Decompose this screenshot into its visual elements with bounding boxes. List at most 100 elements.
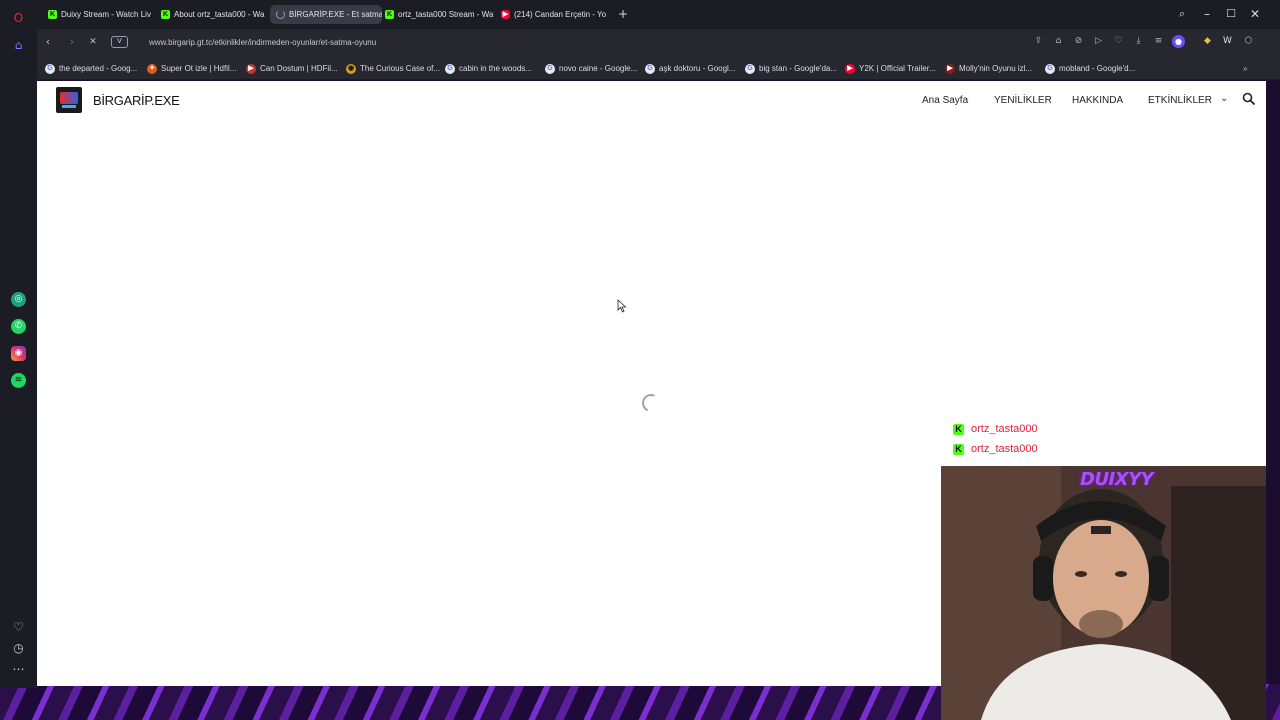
profile-icon[interactable]: ● <box>1172 35 1185 48</box>
bookmark-item[interactable]: ◉ The Curious Case of... <box>346 62 440 75</box>
bookmark-label: the departed - Goog... <box>59 64 138 73</box>
bookmark-label: big stan - Google'da... <box>759 64 838 73</box>
player-icon[interactable]: ▷ <box>1092 35 1105 48</box>
bookmark-label: novo caine - Google... <box>559 64 638 73</box>
chevron-down-icon[interactable]: ⌄ <box>1220 93 1228 104</box>
whatsapp-icon[interactable]: ✆ <box>11 319 26 334</box>
tab-label: Duixy Stream - Watch Liv <box>61 10 151 19</box>
tab-label: BİRGARİP.EXE - Et satma <box>289 10 382 19</box>
bookmark-label: aşk doktoru - Googl... <box>659 64 736 73</box>
extensions-cube-icon[interactable]: ⬡ <box>1242 35 1255 48</box>
chat-message: K ortz_tasta000 <box>953 442 1038 456</box>
new-tab-plus-icon[interactable]: + <box>616 7 630 21</box>
site-header: BİRGARİP.EXE Ana Sayfa YENİLİKLER HAKKIN… <box>37 81 1266 121</box>
minimize-icon[interactable]: – <box>1200 7 1214 21</box>
bookmark-item[interactable]: Gnovo caine - Google... <box>545 62 637 75</box>
forward-arrow-icon[interactable]: › <box>65 35 79 49</box>
tab-strip: K Duixy Stream - Watch Liv K About ortz_… <box>37 0 1280 29</box>
navigation-toolbar: ‹ › ✕ V www.birgarip.gt.tc/etkinlikler/i… <box>37 29 1280 56</box>
google-icon: G <box>545 63 555 74</box>
tab-label: ortz_tasta000 Stream - Wa <box>398 10 494 19</box>
nav-home[interactable]: Ana Sayfa <box>922 95 968 106</box>
loading-spinner <box>639 391 663 415</box>
bookmarks-overflow-icon[interactable]: » <box>1243 62 1247 75</box>
bookmark-item[interactable]: ✦ Super Ot izle | Hdfil... <box>147 62 236 75</box>
youtube-icon: ▶ <box>845 63 855 74</box>
stop-loading-icon[interactable]: ✕ <box>86 35 100 49</box>
vpn-badge[interactable]: V <box>111 36 128 48</box>
bookmark-label: Super Ot izle | Hdfil... <box>161 64 237 73</box>
address-input[interactable]: www.birgarip.gt.tc/etkinlikler/indirmede… <box>149 35 376 50</box>
kick-icon: K <box>48 10 57 19</box>
bookmark-item[interactable]: ▶ Molly'nin Oyunu izl... <box>945 62 1032 75</box>
search-icon[interactable] <box>1242 92 1256 106</box>
bookmark-item[interactable]: Gaşk doktoru - Googl... <box>645 62 735 75</box>
google-icon: G <box>1045 63 1055 74</box>
tab-ortz-stream[interactable]: K ortz_tasta000 Stream - Wa <box>379 5 495 24</box>
bookmark-label: Y2K | Official Trailer... <box>859 64 936 73</box>
nav-events[interactable]: ETKİNLİKLER <box>1148 95 1212 106</box>
search-tabs-icon[interactable]: ⌕ <box>1175 7 1189 21</box>
kick-icon: K <box>953 423 964 435</box>
site-logo[interactable] <box>56 87 82 113</box>
film-icon: ✦ <box>147 63 157 74</box>
spotify-icon[interactable]: ≋ <box>11 373 26 388</box>
chat-message: K ortz_tasta000 <box>953 422 1038 436</box>
bookmark-item[interactable]: Gthe departed - Goog... <box>45 62 137 75</box>
opera-logo-icon[interactable]: O <box>11 11 26 26</box>
download-icon[interactable]: ⤓ <box>1132 35 1145 48</box>
webcam-overlay <box>941 466 1266 720</box>
bookmark-item[interactable]: Gbig stan - Google'da... <box>745 62 837 75</box>
google-icon: G <box>45 63 55 74</box>
tab-youtube[interactable]: ▶ (214) Candan Erçetin - Yo <box>495 5 611 24</box>
kick-icon: K <box>385 10 394 19</box>
streamer-image <box>941 466 1266 720</box>
bookmark-label: cabin in the woods... <box>459 64 532 73</box>
home-icon[interactable]: ⌂ <box>11 38 26 53</box>
bookmark-item[interactable]: Gmobland - Google'd... <box>1045 62 1135 75</box>
nav-news[interactable]: YENİLİKLER <box>994 95 1052 106</box>
bookmark-label: The Curious Case of... <box>360 64 441 73</box>
google-icon: G <box>745 63 755 74</box>
tab-birgarip[interactable]: BİRGARİP.EXE - Et satma <box>270 5 382 24</box>
extension-icon[interactable]: ◆ <box>1201 35 1214 48</box>
chat-username: ortz_tasta000 <box>971 423 1038 435</box>
instagram-icon[interactable]: ◉ <box>11 346 26 361</box>
bookmark-label: Molly'nin Oyunu izl... <box>959 64 1033 73</box>
streamer-brand-text: DUIXYY <box>1080 469 1154 490</box>
mouse-cursor-icon <box>617 299 627 313</box>
kick-icon: K <box>161 10 170 19</box>
tab-about-ortz[interactable]: K About ortz_tasta000 - Wa <box>155 5 267 24</box>
google-icon: G <box>645 63 655 74</box>
google-icon: G <box>445 63 455 74</box>
film-icon: ◉ <box>346 63 356 74</box>
kick-icon: K <box>953 443 964 455</box>
history-icon[interactable]: ◷ <box>11 641 26 656</box>
tab-label: About ortz_tasta000 - Wa <box>174 10 265 19</box>
bookmark-label: mobland - Google'd... <box>1059 64 1136 73</box>
youtube-icon: ▶ <box>501 10 510 19</box>
bookmark-heart-icon[interactable]: ♡ <box>1112 35 1125 48</box>
chat-username: ortz_tasta000 <box>971 443 1038 455</box>
film-icon: ▶ <box>945 63 955 74</box>
site-title[interactable]: BİRGARİP.EXE <box>93 93 180 108</box>
bookmark-item[interactable]: ▶ Can Dostum | HDFil... <box>246 62 338 75</box>
close-icon[interactable]: ✕ <box>1248 7 1262 21</box>
bookmark-item[interactable]: ▶ Y2K | Official Trailer... <box>845 62 936 75</box>
more-icon[interactable]: ⋯ <box>11 662 26 677</box>
heart-icon[interactable]: ♡ <box>11 620 26 635</box>
adblock-icon[interactable]: ⊘ <box>1072 35 1085 48</box>
nav-about[interactable]: HAKKINDA <box>1072 95 1123 106</box>
tab-duixy-stream[interactable]: K Duixy Stream - Watch Liv <box>42 5 158 24</box>
snapshot-icon[interactable]: ⌂ <box>1052 35 1065 48</box>
extension-icon[interactable]: W <box>1221 35 1234 48</box>
bookmark-item[interactable]: Gcabin in the woods... <box>445 62 532 75</box>
maximize-icon[interactable]: ☐ <box>1224 7 1238 21</box>
share-icon[interactable]: ⇪ <box>1032 35 1045 48</box>
back-arrow-icon[interactable]: ‹ <box>41 35 55 49</box>
bookmark-label: Can Dostum | HDFil... <box>260 64 338 73</box>
chatgpt-icon[interactable]: ◎ <box>11 292 26 307</box>
menu-icon[interactable]: ≡ <box>1152 35 1165 48</box>
browser-sidebar: O ⌂ ◎ ✆ ◉ ≋ ♡ ◷ ⋯ <box>0 0 37 688</box>
bookmarks-bar: Gthe departed - Goog... ✦ Super Ot izle |… <box>37 56 1280 80</box>
